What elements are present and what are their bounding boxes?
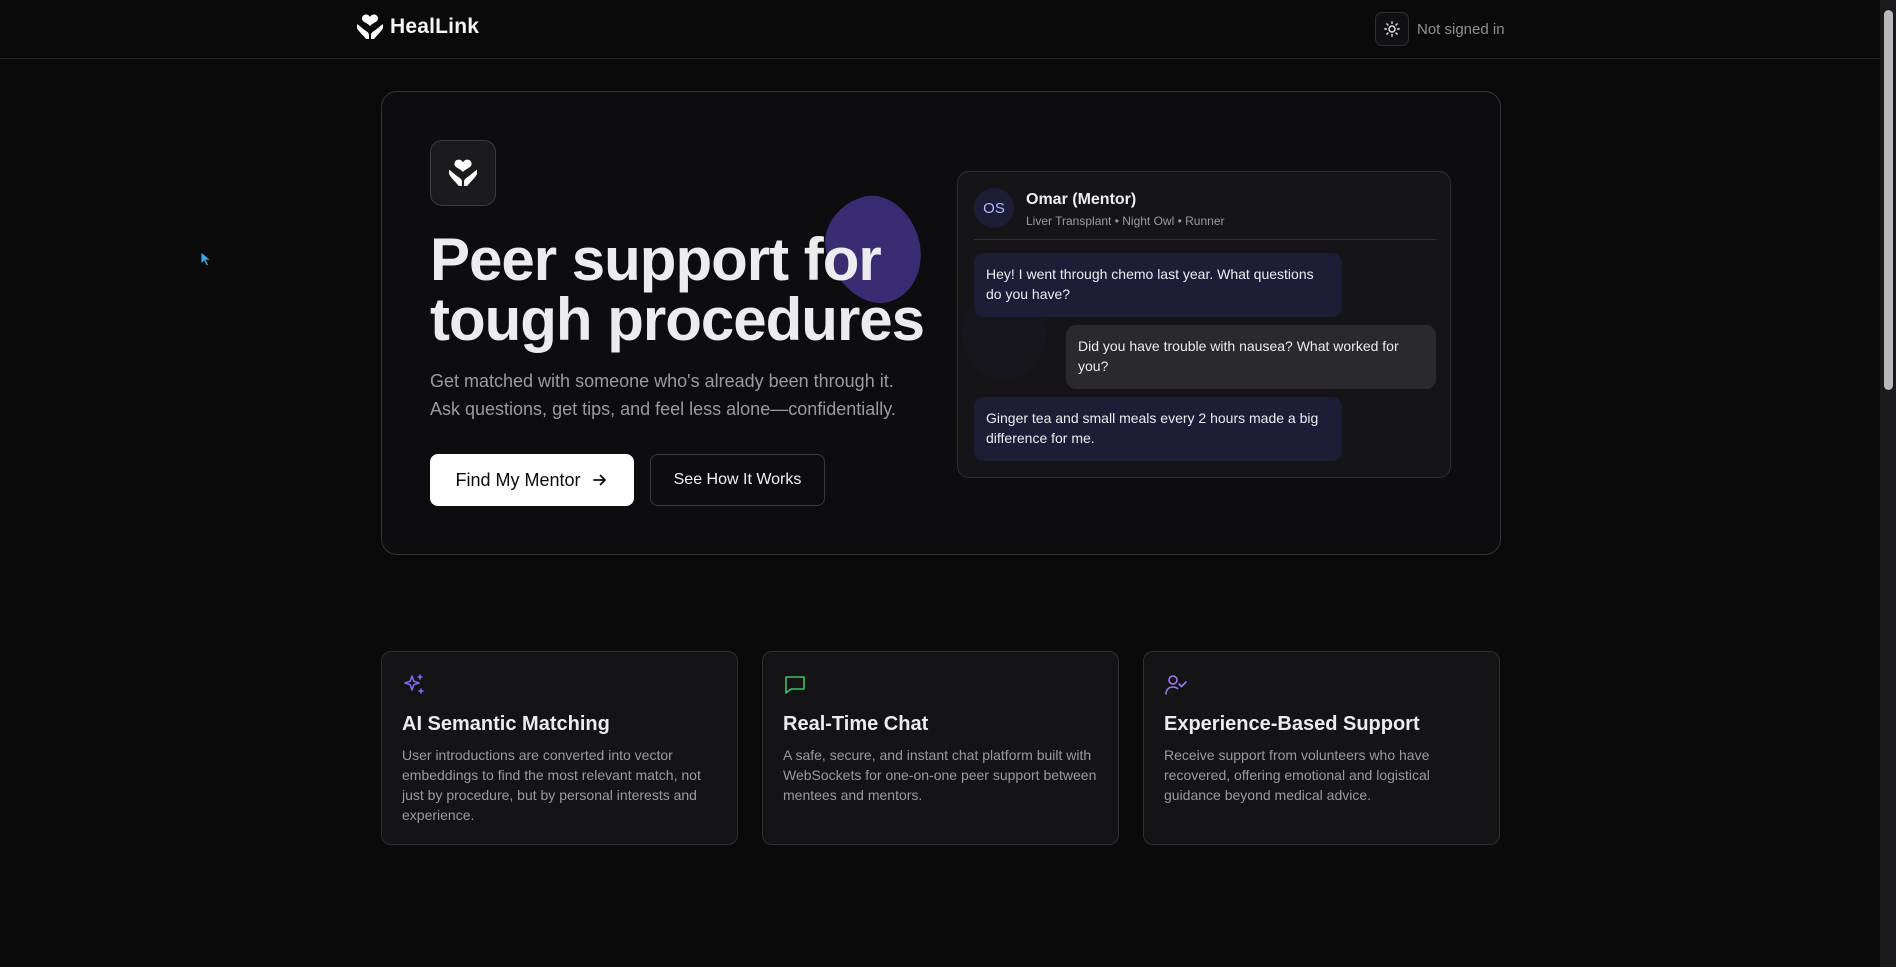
brand-name: HealLink [390,15,480,38]
feature-description: Receive support from volunteers who have… [1164,747,1430,803]
feature-card-experience-support: Experience-Based Support Receive support… [1143,651,1500,845]
hero-section: Peer support for tough procedures Get ma… [381,91,1501,555]
scrollbar-thumb[interactable] [1884,10,1893,390]
find-mentor-label: Find My Mentor [455,469,581,490]
chat-message-mentor: Ginger tea and small meals every 2 hours… [974,397,1342,461]
heart-hands-icon [449,159,477,186]
see-how-it-works-button[interactable]: See How It Works [650,454,825,506]
feature-description: A safe, secure, and instant chat platfor… [783,747,1097,803]
sparkles-icon [404,674,424,694]
feature-title: AI Semantic Matching [402,713,610,735]
mouse-cursor-icon [200,251,212,267]
signin-status: Not signed in [1417,21,1505,38]
chat-message-user: Did you have trouble with nausea? What w… [1066,325,1436,389]
user-check-icon [1165,675,1187,695]
mentor-tags: Liver Transplant • Night Owl • Runner [1026,214,1225,228]
find-mentor-button[interactable]: Find My Mentor [430,454,634,506]
page-scrollbar[interactable] [1880,0,1896,967]
hero-title: Peer support for tough procedures [430,226,925,353]
feature-title: Experience-Based Support [1164,713,1420,735]
feature-title: Real-Time Chat [783,713,929,735]
hero-logo-tile [430,140,496,206]
heart-hands-icon [357,14,383,39]
theme-toggle-button[interactable] [1375,12,1409,46]
mentor-name: Omar (Mentor) [1026,191,1137,208]
chat-bubble-icon [785,676,805,694]
mentor-avatar: OS [974,188,1014,228]
feature-card-realtime-chat: Real-Time Chat A safe, secure, and insta… [762,651,1119,845]
feature-description: User introductions are converted into ve… [402,747,701,823]
chat-preview-card: OS Omar (Mentor) Liver Transplant • Nigh… [957,171,1451,478]
chat-header: OS Omar (Mentor) Liver Transplant • Nigh… [974,188,1436,240]
brand-logo[interactable]: HealLink [356,14,479,40]
feature-card-ai-matching: AI Semantic Matching User introductions … [381,651,738,845]
hero-subtitle: Get matched with someone who's already b… [430,371,896,419]
chat-message-mentor: Hey! I went through chemo last year. Wha… [974,253,1342,317]
arrow-right-icon [592,474,606,486]
top-navbar: HealLink Not signed in [0,0,1880,59]
sun-icon [1384,21,1400,37]
